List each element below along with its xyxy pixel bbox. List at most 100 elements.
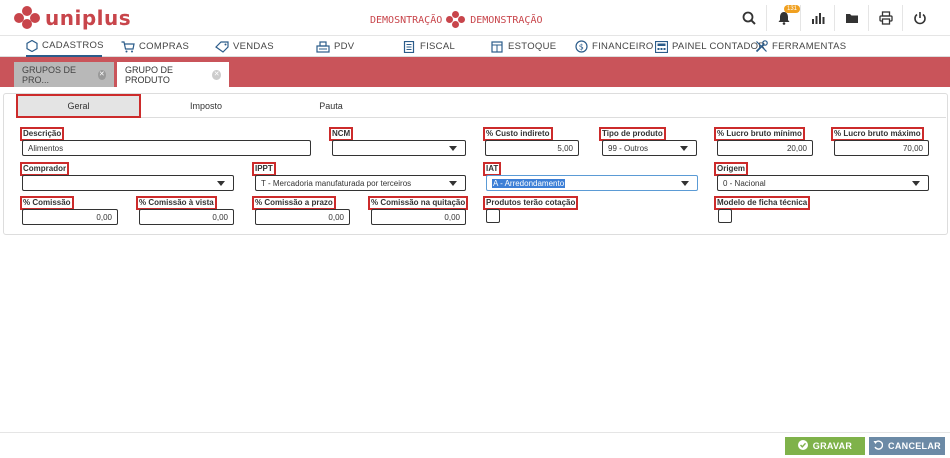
field-descricao: Descrição <box>20 127 65 141</box>
descricao-label: Descrição <box>20 127 65 141</box>
subtab-imposto[interactable]: Imposto <box>156 94 256 118</box>
menu-label: FISCAL <box>420 41 456 52</box>
custo-indireto-input[interactable]: 5,00 <box>485 140 579 156</box>
iat-select[interactable]: A - Arredondamento <box>486 175 698 191</box>
comissao-prazo-label: % Comissão a prazo <box>252 196 336 210</box>
brand-logo[interactable]: uniplus <box>14 6 131 30</box>
field-comprador: Comprador <box>20 162 70 176</box>
save-button[interactable]: GRAVAR <box>785 437 865 455</box>
brand-name: uniplus <box>45 6 132 30</box>
subtab-pauta[interactable]: Pauta <box>281 94 381 118</box>
comissao-value: 0,00 <box>96 212 112 222</box>
cancel-button[interactable]: CANCELAR <box>869 437 945 455</box>
lucro-min-input[interactable]: 20,00 <box>717 140 813 156</box>
tipo-produto-select[interactable]: 99 - Outros <box>602 140 697 156</box>
cotacao-checkbox[interactable] <box>486 209 500 223</box>
form-panel: Geral Imposto Pauta Descrição Alimentos … <box>3 93 948 235</box>
menu-pdv[interactable]: PDV <box>316 36 354 57</box>
dollar-icon: $ <box>574 40 588 53</box>
company-logo-icon <box>446 11 466 29</box>
descricao-value: Alimentos <box>28 143 64 153</box>
ficha-tecnica-label: Modelo de ficha técnica <box>714 196 811 210</box>
hexagon-icon <box>26 39 38 52</box>
field-iat: IAT <box>483 162 502 176</box>
field-origem: Origem <box>714 162 749 176</box>
svg-text:$: $ <box>578 43 583 52</box>
tab-grupo-de-produto[interactable]: GRUPO DE PRODUTO ✕ <box>117 62 229 87</box>
uniplus-logo-icon <box>14 6 40 30</box>
comprador-label: Comprador <box>20 162 70 176</box>
ncm-select[interactable] <box>332 140 466 156</box>
ncm-label: NCM <box>329 127 354 141</box>
tipo-produto-value: 99 - Outros <box>608 143 649 153</box>
comissao-label: % Comissão <box>20 196 74 210</box>
tag-icon <box>215 40 229 53</box>
document-tabs: GRUPOS DE PRO... ✕ GRUPO DE PRODUTO ✕ <box>0 57 950 87</box>
comissao-prazo-value: 0,00 <box>328 212 344 222</box>
lucro-min-label: % Lucro bruto mínimo <box>714 127 805 141</box>
search-icon[interactable] <box>732 5 766 31</box>
register-icon <box>316 40 330 53</box>
footer-bar: GRAVAR CANCELAR <box>0 432 950 458</box>
folder-icon[interactable] <box>834 5 868 31</box>
menu-label: PDV <box>334 41 355 52</box>
print-icon[interactable] <box>868 5 902 31</box>
menu-cadastros[interactable]: CADASTROS <box>26 36 104 57</box>
menu-financeiro[interactable]: $ FINANCEIRO <box>574 36 654 57</box>
save-label: GRAVAR <box>812 441 853 451</box>
menu-ferramentas[interactable]: FERRAMENTAS <box>754 36 846 57</box>
chevron-down-icon <box>681 181 689 186</box>
power-icon[interactable] <box>902 5 936 31</box>
comissao-vista-value: 0,00 <box>212 212 228 222</box>
menu-label: COMPRAS <box>139 41 190 52</box>
ippt-value: T - Mercadoria manufaturada por terceiro… <box>261 178 412 188</box>
notification-badge: 131 <box>784 5 801 13</box>
ficha-tecnica-checkbox[interactable] <box>718 209 732 223</box>
origem-value: 0 - Nacional <box>723 178 766 188</box>
lucro-max-label: % Lucro bruto máximo <box>831 127 924 141</box>
chevron-down-icon <box>217 181 225 186</box>
close-icon[interactable]: ✕ <box>212 69 221 80</box>
menu-painel-contador[interactable]: PAINEL CONTADOR <box>654 36 766 57</box>
field-comissao-prazo: % Comissão a prazo <box>252 196 336 210</box>
comprador-select[interactable] <box>22 175 234 191</box>
comissao-input[interactable]: 0,00 <box>22 209 118 225</box>
comissao-prazo-input[interactable]: 0,00 <box>255 209 350 225</box>
lucro-max-input[interactable]: 70,00 <box>834 140 929 156</box>
iat-label: IAT <box>483 162 502 176</box>
tab-label: GRUPOS DE PRO... <box>22 64 77 85</box>
origem-label: Origem <box>714 162 749 176</box>
custo-indireto-value: 5,00 <box>557 143 573 153</box>
menu-label: FINANCEIRO <box>592 41 654 52</box>
menu-estoque[interactable]: ESTOQUE <box>490 36 556 57</box>
field-comissao-vista: % Comissão à vista <box>136 196 217 210</box>
top-actions: 131 <box>732 5 936 31</box>
form-subtabs: Geral Imposto Pauta <box>16 94 946 118</box>
descricao-input[interactable]: Alimentos <box>22 140 311 156</box>
tipo-produto-label: Tipo de produto <box>599 127 666 141</box>
tab-grupos-de-produto[interactable]: GRUPOS DE PRO... ✕ <box>14 62 114 87</box>
tools-icon <box>754 40 768 53</box>
close-icon[interactable]: ✕ <box>97 69 106 80</box>
iat-value: A - Arredondamento <box>492 178 566 188</box>
field-lucro-min: % Lucro bruto mínimo <box>714 127 805 141</box>
document-icon <box>402 40 416 53</box>
bar-chart-icon[interactable] <box>800 5 834 31</box>
menu-fiscal[interactable]: FISCAL <box>402 36 455 57</box>
subtab-geral[interactable]: Geral <box>16 94 141 118</box>
cotacao-label: Produtos terão cotação <box>483 196 579 210</box>
bell-icon[interactable]: 131 <box>766 5 801 31</box>
chevron-down-icon <box>449 181 457 186</box>
cart-icon <box>121 40 135 53</box>
menu-compras[interactable]: COMPRAS <box>121 36 189 57</box>
chevron-down-icon <box>912 181 920 186</box>
tab-label: GRUPO DE PRODUTO <box>125 64 174 85</box>
main-menu: CADASTROS COMPRAS VENDAS PDV FISCAL ESTO… <box>0 36 950 57</box>
menu-vendas[interactable]: VENDAS <box>215 36 274 57</box>
comissao-vista-input[interactable]: 0,00 <box>139 209 234 225</box>
origem-select[interactable]: 0 - Nacional <box>717 175 929 191</box>
field-ficha-tecnica: Modelo de ficha técnica <box>714 196 811 210</box>
ippt-select[interactable]: T - Mercadoria manufaturada por terceiro… <box>255 175 466 191</box>
comissao-quitacao-input[interactable]: 0,00 <box>371 209 466 225</box>
chevron-down-icon <box>449 146 457 151</box>
